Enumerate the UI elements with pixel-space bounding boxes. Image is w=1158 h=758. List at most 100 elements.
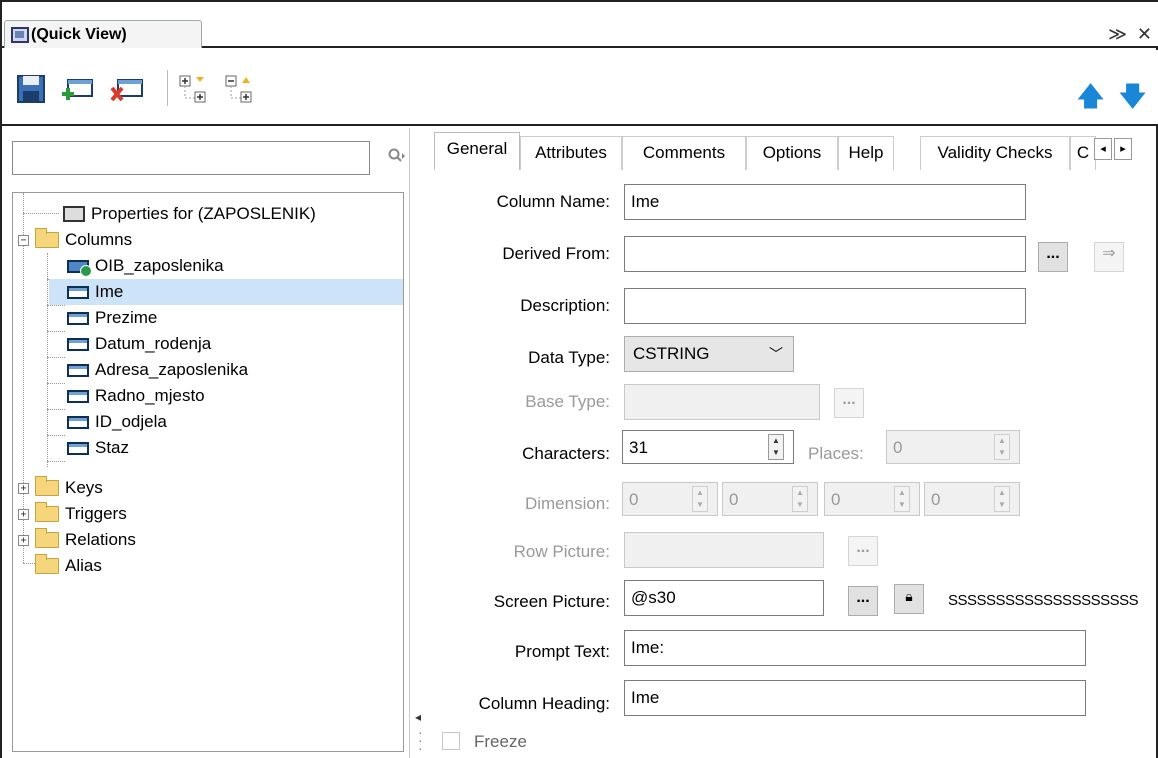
freeze-label: Freeze: [474, 732, 527, 751]
move-up-icon[interactable]: 🡅: [1077, 78, 1104, 122]
column-heading-field[interactable]: Ime: [624, 680, 1086, 716]
base-type-label: Base Type:: [525, 392, 610, 411]
toolbar-separator: [167, 70, 168, 106]
search-icon[interactable]: [388, 148, 406, 169]
tree-node-column[interactable]: Prezime: [67, 305, 157, 331]
tree-node-column[interactable]: ID_odjela: [67, 409, 167, 435]
column-icon: [67, 441, 89, 455]
tab-validity-checks[interactable]: Validity Checks: [920, 136, 1070, 170]
close-icon[interactable]: ✕: [1137, 24, 1152, 45]
properties-tree: Properties for (ZAPOSLENIK) − Columns OI…: [12, 192, 404, 752]
expand-all-icon[interactable]: [178, 74, 210, 104]
column-name-label: Column Name:: [496, 192, 610, 211]
expand-icon[interactable]: +: [18, 509, 29, 520]
row-picture-lookup-button[interactable]: ...: [848, 536, 878, 566]
lock-icon[interactable]: 🔒︎: [894, 584, 924, 614]
key-column-icon: [67, 259, 92, 277]
tab-scroll-left-icon[interactable]: ◂: [1094, 138, 1112, 160]
window-tab[interactable]: (Quick View): [4, 20, 202, 48]
save-icon[interactable]: [16, 74, 48, 104]
dimension-spinner-2[interactable]: ▲ ▼: [792, 486, 808, 512]
title-controls: ≫ ✕: [1108, 24, 1152, 45]
collapse-left-icon[interactable]: ◂: [415, 710, 421, 724]
prompt-text-field[interactable]: Ime:: [624, 630, 1086, 666]
tab-comments[interactable]: Comments: [622, 136, 746, 170]
derived-from-lookup-button[interactable]: ...: [1038, 242, 1068, 272]
tree-node-column[interactable]: Radno_mjesto: [67, 383, 205, 409]
tab-more[interactable]: C: [1070, 136, 1096, 170]
tree-node-column[interactable]: Datum_rodenja: [67, 331, 211, 357]
characters-label: Characters:: [522, 444, 610, 463]
tab-options[interactable]: Options: [746, 136, 838, 170]
delete-column-icon[interactable]: [110, 74, 143, 104]
data-type-select[interactable]: CSTRING ﹀: [624, 336, 794, 372]
chevron-down-icon: ﹀: [769, 346, 783, 362]
column-icon: [67, 337, 89, 351]
dimension-spinner-4[interactable]: ▲ ▼: [994, 486, 1010, 512]
tree-node-relations[interactable]: Relations: [35, 527, 136, 553]
move-down-icon[interactable]: 🡇: [1119, 78, 1146, 122]
freeze-checkbox[interactable]: [442, 732, 460, 750]
dimension-spinner-3[interactable]: ▲ ▼: [894, 486, 910, 512]
screen-picture-lookup-button[interactable]: ...: [848, 586, 878, 616]
tree-node-column[interactable]: OIB_zaposlenika: [67, 253, 224, 279]
chevron-menu-icon[interactable]: ≫: [1108, 24, 1127, 45]
screen-picture-preview: SSSSSSSSSSSSSSSSSSSS: [948, 592, 1139, 609]
tree-node-label: OIB_zaposlenika: [95, 256, 224, 275]
tree-node-column[interactable]: Adresa_zaposlenika: [67, 357, 248, 383]
base-type-lookup-button[interactable]: ...: [834, 388, 864, 418]
row-picture-label: Row Picture:: [513, 542, 610, 561]
data-type-value: CSTRING: [633, 344, 710, 363]
derived-from-field[interactable]: [624, 236, 1026, 272]
panel-splitter[interactable]: ◂ · · ·: [410, 128, 430, 758]
tree-node-column-selected[interactable]: Ime: [49, 279, 403, 305]
title-bar: (Quick View) ≫ ✕: [2, 2, 1158, 48]
column-icon: [67, 389, 89, 403]
collapse-all-icon[interactable]: [224, 74, 256, 104]
tree-node-alias[interactable]: Alias: [35, 553, 102, 579]
description-field[interactable]: [624, 288, 1026, 324]
dimension-spinner-1[interactable]: ▲ ▼: [692, 486, 708, 512]
tab-bar: General Attributes Comments Options Help…: [430, 132, 1158, 170]
characters-spinner[interactable]: ▲ ▼: [768, 434, 784, 460]
screen-picture-field[interactable]: @s30: [624, 580, 824, 616]
tree-node-label: Staz: [95, 438, 130, 457]
base-type-field[interactable]: [624, 384, 820, 420]
column-name-field[interactable]: Ime: [624, 184, 1026, 220]
folder-icon: [35, 502, 59, 522]
folder-icon: [35, 476, 59, 496]
column-heading-label: Column Heading:: [478, 694, 610, 713]
tree-node-columns[interactable]: Columns: [35, 227, 132, 253]
prompt-text-label: Prompt Text:: [514, 642, 610, 661]
tree-node-triggers[interactable]: Triggers: [35, 501, 127, 527]
tree-node-keys[interactable]: Keys: [35, 475, 103, 501]
column-icon: [67, 311, 89, 325]
search-input[interactable]: [12, 141, 370, 175]
tree-node-label: Radno_mjesto: [95, 386, 205, 405]
tree-node-label: Ime: [95, 282, 124, 301]
tree-node-label: Properties for (ZAPOSLENIK): [91, 204, 316, 223]
grip-icon: · · ·: [418, 724, 423, 756]
data-type-label: Data Type:: [528, 348, 610, 367]
tab-attributes[interactable]: Attributes: [520, 136, 622, 170]
window-icon: [63, 206, 85, 222]
description-label: Description:: [520, 296, 610, 315]
tree-node-properties[interactable]: Properties for (ZAPOSLENIK): [63, 201, 316, 227]
navigate-arrow-icon[interactable]: ⇒: [1094, 242, 1124, 272]
expand-icon[interactable]: +: [18, 483, 29, 494]
expand-icon[interactable]: +: [18, 535, 29, 546]
collapse-icon[interactable]: −: [18, 235, 29, 246]
tab-general[interactable]: General: [434, 132, 520, 170]
tree-node-label: Columns: [65, 230, 133, 249]
dimension-label: Dimension:: [524, 494, 610, 513]
screen-picture-label: Screen Picture:: [493, 592, 610, 611]
add-column-icon[interactable]: [60, 74, 93, 104]
tree-node-column[interactable]: Staz: [67, 435, 129, 461]
toolbar: 🡅 🡇: [2, 50, 1158, 126]
tree-node-label: Keys: [65, 478, 103, 497]
row-picture-field[interactable]: [624, 532, 824, 568]
places-spinner[interactable]: ▲ ▼: [994, 434, 1010, 460]
tab-help[interactable]: Help: [838, 136, 894, 170]
derived-from-label: Derived From:: [502, 244, 610, 263]
tab-scroll-right-icon[interactable]: ▸: [1114, 138, 1132, 160]
